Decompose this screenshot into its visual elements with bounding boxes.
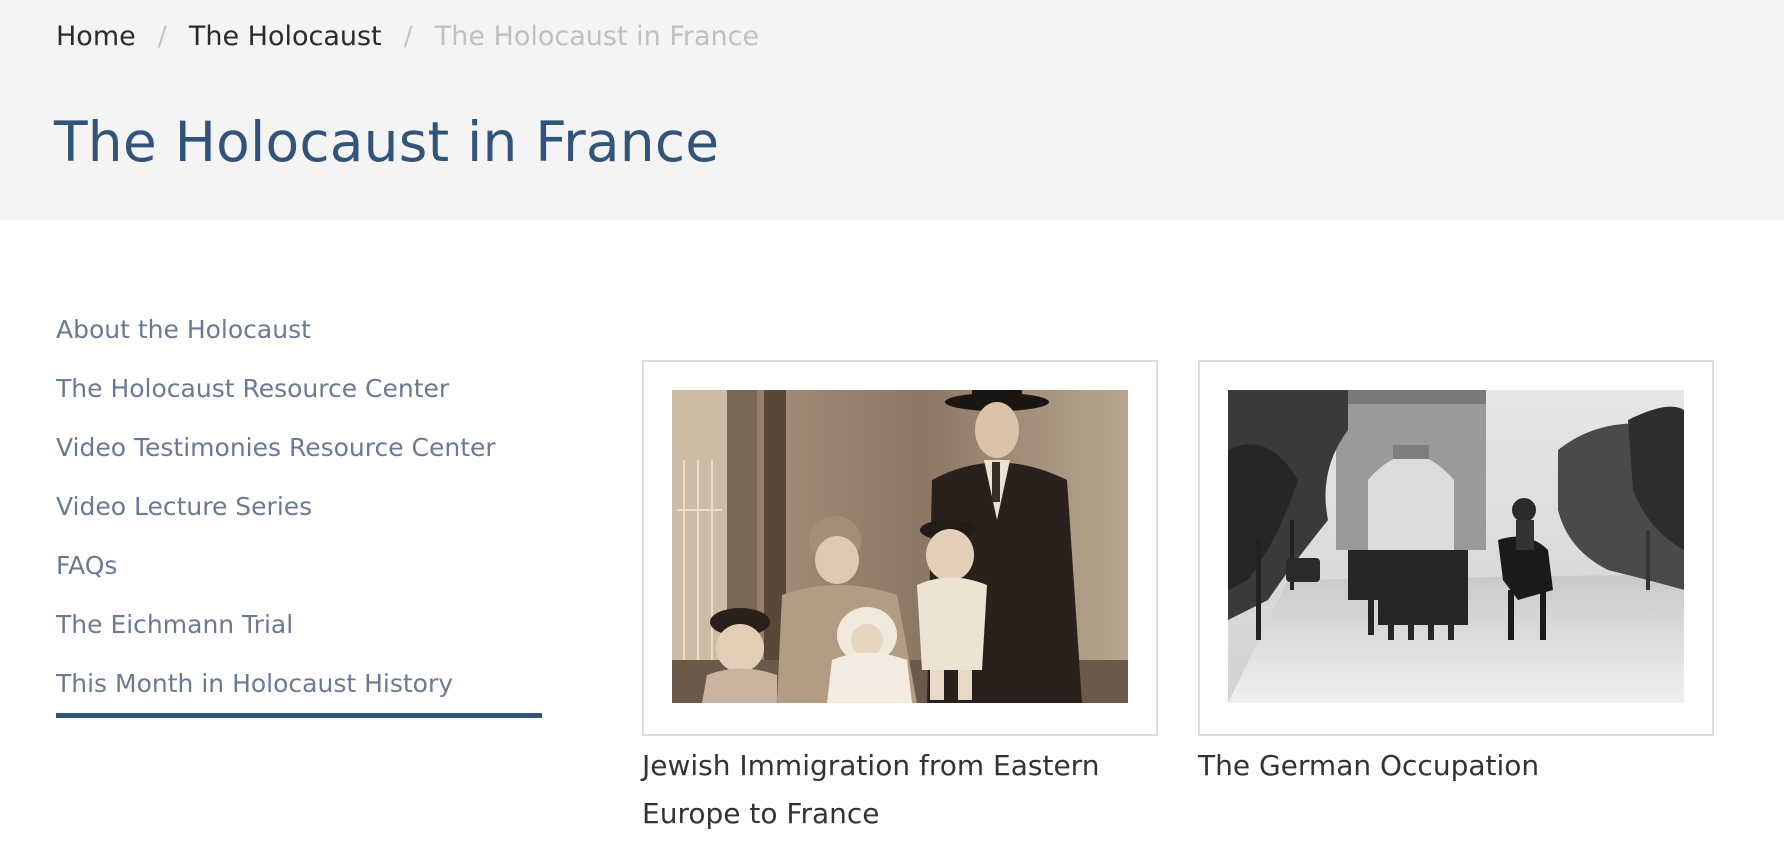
breadcrumb: Home / The Holocaust / The Holocaust in …: [56, 16, 759, 56]
card-image-frame[interactable]: [642, 360, 1158, 736]
sidebar-item-this-month[interactable]: This Month in Holocaust History: [56, 654, 542, 713]
page-title: The Holocaust in France: [54, 110, 720, 174]
breadcrumb-separator: /: [403, 20, 413, 52]
breadcrumb-holocaust-link[interactable]: The Holocaust: [189, 21, 382, 52]
family-portrait-photo[interactable]: [672, 390, 1128, 703]
sidebar-item-eichmann-trial[interactable]: The Eichmann Trial: [56, 595, 542, 654]
occupation-parade-photo[interactable]: [1228, 390, 1684, 703]
card-caption-occupation[interactable]: The German Occupation: [1198, 742, 1712, 790]
card-caption-immigration[interactable]: Jewish Immigration from Eastern Europe t…: [642, 742, 1156, 838]
sidebar-active-indicator: [56, 713, 542, 718]
breadcrumb-current: The Holocaust in France: [434, 20, 760, 52]
article-card-occupation[interactable]: The German Occupation: [1198, 360, 1714, 790]
sidebar-item-resource-center[interactable]: The Holocaust Resource Center: [56, 359, 542, 418]
sidebar-item-faqs[interactable]: FAQs: [56, 536, 542, 595]
breadcrumb-home-link[interactable]: Home: [56, 21, 136, 52]
card-image-frame[interactable]: [1198, 360, 1714, 736]
sidebar-item-video-lectures[interactable]: Video Lecture Series: [56, 477, 542, 536]
sidebar-item-about[interactable]: About the Holocaust: [56, 300, 542, 359]
sidebar-nav: About the Holocaust The Holocaust Resour…: [56, 300, 542, 718]
breadcrumb-separator: /: [157, 20, 167, 52]
sidebar-item-video-testimonies[interactable]: Video Testimonies Resource Center: [56, 418, 542, 477]
article-card-immigration[interactable]: Jewish Immigration from Eastern Europe t…: [642, 360, 1158, 838]
